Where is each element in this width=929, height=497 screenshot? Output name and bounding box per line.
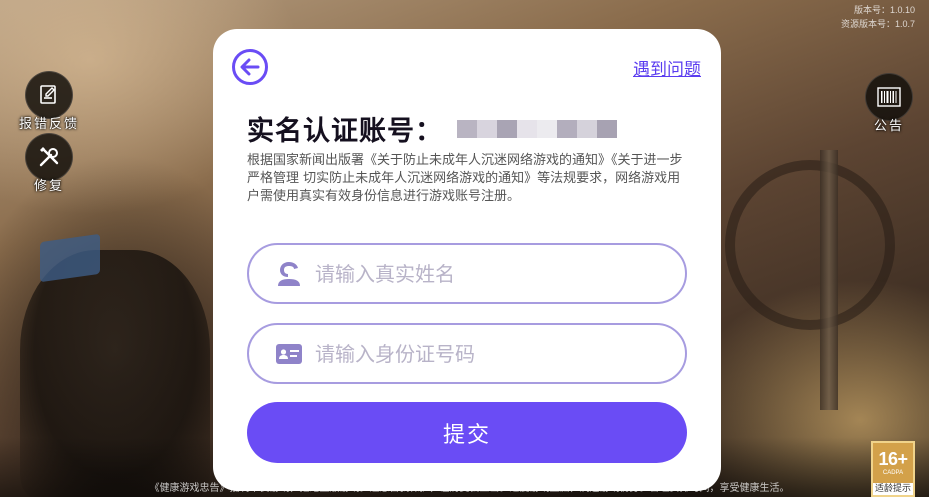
real-name-field[interactable]: [247, 243, 687, 304]
feedback-button-circle[interactable]: [25, 71, 73, 119]
real-name-auth-dialog: 遇到问题 实名认证账号： 根据国家新闻出版署《关于防止未成年人沉迷网络游戏的通知…: [213, 29, 721, 491]
arrow-left-icon: [240, 58, 260, 76]
tools-icon: [39, 147, 59, 167]
edit-icon: [40, 85, 56, 104]
background-wheel: [725, 160, 895, 330]
repair-button-label: 修复: [33, 179, 64, 194]
notice-button-label: 公告: [873, 119, 904, 134]
version-number: 版本号：1.0.10: [853, 5, 915, 15]
repair-button-circle[interactable]: [25, 133, 73, 181]
feedback-button[interactable]: 报错反馈: [17, 71, 81, 132]
age-rating-badge[interactable]: 16+ CADPA 适龄提示: [871, 441, 915, 497]
background-pole: [820, 150, 838, 410]
user-icon: [275, 260, 303, 288]
feedback-button-label: 报错反馈: [18, 117, 79, 132]
submit-button[interactable]: 提交: [247, 402, 687, 463]
age-rating-org: CADPA: [882, 470, 904, 476]
version-info: 版本号：1.0.10 资源版本号：1.0.7: [841, 3, 915, 31]
resource-version-number: 资源版本号：1.0.7: [840, 19, 915, 29]
age-rating-number: 16+: [878, 449, 908, 469]
page-title: 实名认证账号：: [247, 116, 443, 147]
title-row: 实名认证账号：: [247, 109, 617, 148]
id-number-input[interactable]: [315, 341, 675, 366]
regulation-description: 根据国家新闻出版署《关于防止未成年人沉迷网络游戏的通知》《关于进一步严格管理 切…: [247, 153, 683, 204]
help-link[interactable]: 遇到问题: [633, 55, 701, 80]
masked-account-id: [457, 119, 617, 138]
id-card-icon: [275, 340, 303, 368]
age-rating-tip: 适龄提示: [873, 483, 913, 495]
id-number-field[interactable]: [247, 323, 687, 384]
barcode-icon: [877, 87, 901, 107]
repair-button[interactable]: 修复: [17, 133, 81, 194]
notice-button[interactable]: 公告: [857, 73, 921, 134]
notice-button-circle[interactable]: [865, 73, 913, 121]
back-button[interactable]: [232, 49, 268, 85]
real-name-input[interactable]: [315, 261, 675, 286]
background-flag: [40, 233, 100, 283]
